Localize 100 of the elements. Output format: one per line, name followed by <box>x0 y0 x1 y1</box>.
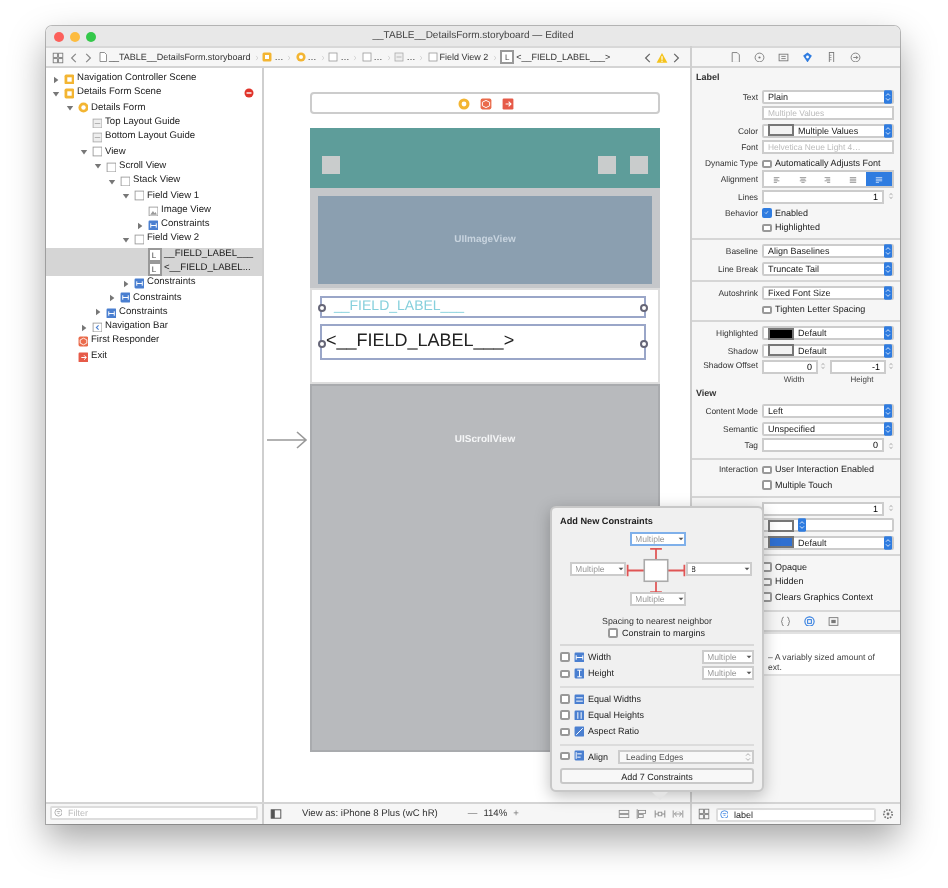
arrow-circle-icon[interactable] <box>850 51 862 63</box>
checkbox[interactable] <box>762 592 771 601</box>
scene-icon <box>63 88 74 100</box>
checkbox[interactable] <box>762 305 771 314</box>
align-icon <box>573 750 584 762</box>
checkbox[interactable] <box>762 223 771 232</box>
file-icon[interactable] <box>730 51 742 63</box>
checkbox[interactable] <box>560 727 569 737</box>
caret-icon <box>677 596 683 602</box>
stepper-icon[interactable] <box>888 360 894 372</box>
label[interactable]: <__FIELD_LABEL___> <box>320 324 646 360</box>
resolve-icon[interactable] <box>672 808 684 820</box>
media-icon[interactable] <box>828 615 839 627</box>
caret-icon <box>677 536 683 542</box>
checkbox[interactable] <box>762 208 771 217</box>
checkbox[interactable] <box>762 465 771 474</box>
disclosure-triangle-icon[interactable] <box>94 308 102 317</box>
height-icon <box>573 668 584 680</box>
caret-icon <box>617 566 623 572</box>
ruler-icon[interactable] <box>826 51 838 63</box>
scene-icon <box>63 73 74 85</box>
stack-icon[interactable] <box>618 808 630 820</box>
caret-icon <box>745 670 751 677</box>
forward-icon[interactable] <box>82 51 94 63</box>
disclosure-triangle-icon[interactable] <box>136 221 144 230</box>
cube-icon[interactable] <box>479 97 491 109</box>
view-icon <box>328 52 339 62</box>
checkmark-icon <box>764 210 769 215</box>
checkbox[interactable] <box>560 710 569 720</box>
filter-icon <box>53 808 62 818</box>
disclosure-triangle-icon[interactable] <box>52 75 60 84</box>
guide-icon <box>394 52 405 62</box>
entry-arrow <box>266 430 308 450</box>
color-well[interactable] <box>762 518 894 533</box>
view-icon <box>427 52 438 62</box>
close-button[interactable] <box>54 31 64 41</box>
checkbox[interactable] <box>762 159 771 168</box>
disclosure-triangle-icon[interactable] <box>108 294 116 303</box>
caret-icon <box>743 566 749 572</box>
cube-icon <box>77 336 88 348</box>
popup-arrows-icon <box>744 749 752 764</box>
checkbox[interactable] <box>560 652 569 662</box>
constraints-icon <box>147 219 158 231</box>
controller-icon[interactable] <box>457 97 469 109</box>
exit-icon[interactable] <box>501 97 513 109</box>
guide-icon <box>91 132 102 144</box>
attributes-icon[interactable] <box>802 51 814 63</box>
natural-align-icon <box>874 175 885 184</box>
settings-icon[interactable] <box>882 808 894 820</box>
file-icon <box>97 52 107 62</box>
checkbox[interactable] <box>608 628 618 638</box>
popup-arrows-icon <box>884 89 892 104</box>
stepper-icon[interactable] <box>888 190 894 203</box>
checkbox[interactable] <box>762 480 771 489</box>
popup-arrows-icon <box>798 518 806 533</box>
equal-widths-icon <box>573 693 584 705</box>
caret-icon <box>745 654 751 661</box>
view-icon <box>361 52 372 62</box>
align-right-icon <box>822 175 833 184</box>
braces-icon[interactable] <box>780 615 791 627</box>
grid-icon[interactable] <box>698 808 710 820</box>
sidebar-toggle-icon[interactable] <box>270 808 282 820</box>
pin-icon[interactable] <box>654 808 666 820</box>
align-icon[interactable] <box>636 808 648 820</box>
previous-issue-icon[interactable] <box>642 51 654 63</box>
segment[interactable] <box>866 172 892 187</box>
grid-icon[interactable] <box>52 51 64 63</box>
constraints-icon <box>119 292 130 304</box>
constraints-icon <box>133 278 144 290</box>
constraints-icon <box>105 307 116 319</box>
checkbox[interactable] <box>762 562 771 571</box>
zoom-button[interactable] <box>86 31 96 41</box>
checkbox[interactable] <box>560 694 569 704</box>
aspect-ratio-icon <box>573 726 584 738</box>
disclosure-triangle-icon[interactable] <box>122 279 130 288</box>
id-card-icon[interactable] <box>778 51 790 63</box>
disclosure-triangle-icon[interactable] <box>80 323 88 332</box>
exit-icon <box>77 351 88 363</box>
checkbox[interactable] <box>560 751 569 761</box>
align-left-icon <box>771 175 782 184</box>
stepper-icon[interactable] <box>820 360 826 372</box>
popup-arrows-icon <box>884 286 892 301</box>
help-icon[interactable] <box>754 51 766 63</box>
equal-heights-icon <box>573 709 584 721</box>
scene-icon <box>262 52 273 62</box>
object-icon[interactable] <box>804 615 815 627</box>
back-icon[interactable] <box>67 51 79 63</box>
filter-icon <box>719 809 728 819</box>
popup-arrows-icon <box>884 123 892 138</box>
image-icon <box>147 205 158 217</box>
align-center-icon <box>797 175 808 184</box>
bar-button-item[interactable] <box>322 155 340 173</box>
guide-icon <box>91 117 102 129</box>
popup-arrows-icon <box>884 535 892 550</box>
view-icon <box>133 234 144 246</box>
next-issue-icon[interactable] <box>670 51 682 63</box>
justify-icon <box>848 175 859 184</box>
navigation-bar-icon <box>91 321 102 333</box>
spacing-diagram <box>626 547 686 592</box>
checkbox[interactable] <box>560 669 569 679</box>
